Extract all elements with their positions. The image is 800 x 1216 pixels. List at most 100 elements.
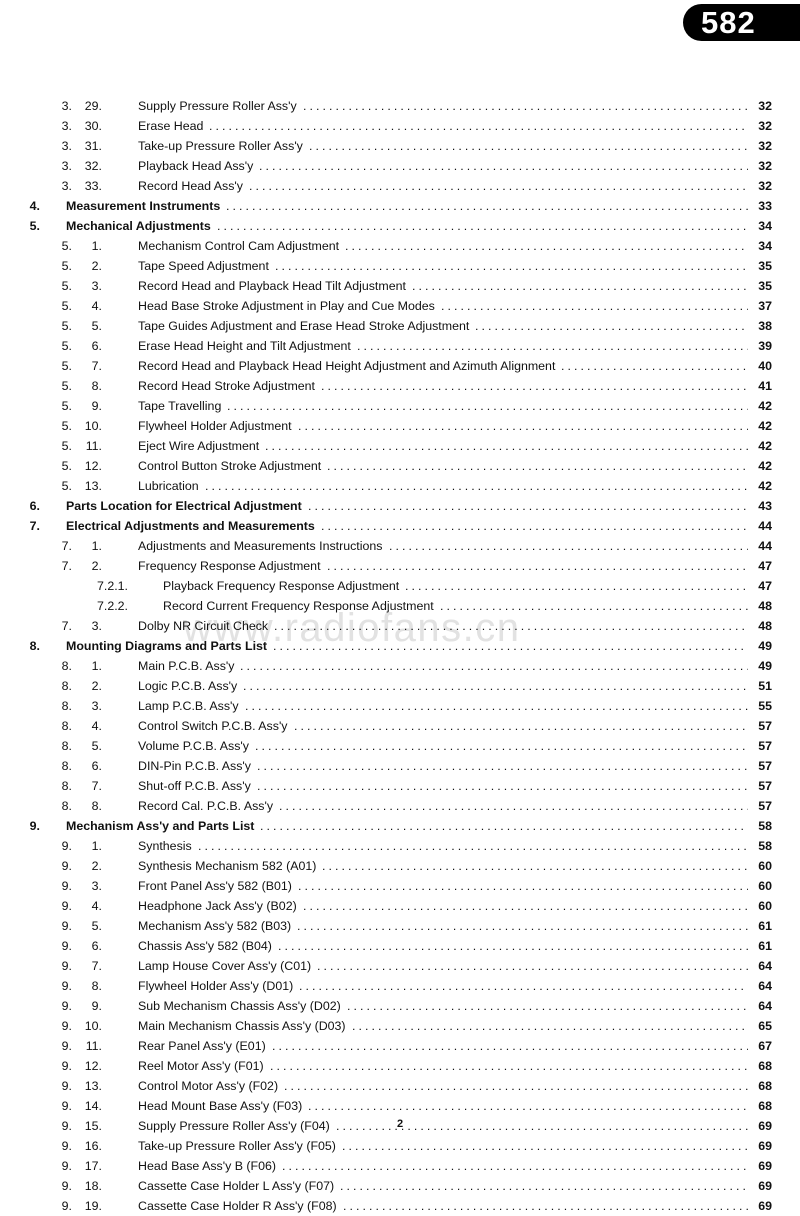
toc-entry[interactable]: 9. Mechanism Ass'y and Parts List........… xyxy=(0,816,800,836)
toc-entry-number: 3. xyxy=(61,99,72,113)
toc-entry-number: 5. xyxy=(61,419,72,433)
toc-entry-title: Adjustments and Measurements Instruction… xyxy=(138,539,383,553)
toc-entry[interactable]: 3. 31. Take-up Pressure Roller Ass'y......… xyxy=(0,136,800,156)
toc-entry-title: Cassette Case Holder R Ass'y (F08) xyxy=(138,1199,337,1213)
toc-entry[interactable]: 5. Mechanical Adjustments................… xyxy=(0,216,800,236)
toc-entry-title: Mounting Diagrams and Parts List xyxy=(66,639,268,653)
toc-entry[interactable]: 8. 1. Main P.C.B. Ass'y...................… xyxy=(0,656,800,676)
toc-entry-title: Record Head and Playback Head Tilt Adjus… xyxy=(138,279,406,293)
toc-entry-number: 5. xyxy=(61,319,72,333)
toc-entry-subnumber: 4. xyxy=(91,299,102,313)
toc-entry-subnumber: 16. xyxy=(84,1139,102,1153)
toc-entry-number: 9. xyxy=(29,819,40,833)
toc-entry[interactable]: 7.2.1. Playback Frequency Response Adjust… xyxy=(0,576,800,596)
toc-entry[interactable]: 3. 32. Playback Head Ass'y................… xyxy=(0,156,800,176)
toc-entry[interactable]: 9. 7. Lamp House Cover Ass'y (C01)........… xyxy=(0,956,800,976)
toc-entry[interactable]: 7. 3. Dolby NR Circuit Check..............… xyxy=(0,616,800,636)
toc-entry-title: Mechanism Ass'y 582 (B03) xyxy=(138,919,292,933)
toc-entry[interactable]: 5. 6. Erase Head Height and Tilt Adjustmen… xyxy=(0,336,800,356)
toc-entry[interactable]: 4. Measurement Instruments...............… xyxy=(0,196,800,216)
toc-entry[interactable]: 9. 2. Synthesis Mechanism 582 (A01).......… xyxy=(0,856,800,876)
toc-entry[interactable]: 9. 5. Mechanism Ass'y 582 (B03)...........… xyxy=(0,916,800,936)
toc-entry[interactable]: 5. 7. Record Head and Playback Head Height… xyxy=(0,356,800,376)
toc-entry[interactable]: 9. 19. Cassette Case Holder R Ass'y (F08).… xyxy=(0,1196,800,1216)
toc-entry[interactable]: 5. 8. Record Head Stroke Adjustment.......… xyxy=(0,376,800,396)
toc-entry-number: 9. xyxy=(61,1099,72,1113)
toc-entry[interactable]: 8. 3. Lamp P.C.B. Ass'y...................… xyxy=(0,696,800,716)
toc-entry-number: 3. xyxy=(61,159,72,173)
toc-entry[interactable]: 5. 2. Tape Speed Adjustment...............… xyxy=(0,256,800,276)
toc-entry[interactable]: 7. 1. Adjustments and Measurements Instruc… xyxy=(0,536,800,556)
toc-entry[interactable]: 5. 13. Lubrication........................… xyxy=(0,476,800,496)
toc-entry[interactable]: 5. 3. Record Head and Playback Head Tilt A… xyxy=(0,276,800,296)
toc-entry[interactable]: 9. 11. Rear Panel Ass'y (E01).............… xyxy=(0,1036,800,1056)
toc-entry[interactable]: 9. 8. Flywheel Holder Ass'y (D01).........… xyxy=(0,976,800,996)
toc-entry-title: Supply Pressure Roller Ass'y (F04) xyxy=(138,1119,330,1133)
toc-dot-leader: ........................................… xyxy=(475,319,748,333)
toc-entry-subnumber: 19. xyxy=(84,1199,102,1213)
toc-entry[interactable]: 8. 4. Control Switch P.C.B. Ass'y.........… xyxy=(0,716,800,736)
toc-entry[interactable]: 9. 14. Head Mount Base Ass'y (F03)........… xyxy=(0,1096,800,1116)
toc-entry[interactable]: 9. 13. Control Motor Ass'y (F02)..........… xyxy=(0,1076,800,1096)
toc-entry[interactable]: 9. 16. Take-up Pressure Roller Ass'y (F05)… xyxy=(0,1136,800,1156)
toc-entry[interactable]: 5. 1. Mechanism Control Cam Adjustment....… xyxy=(0,236,800,256)
toc-entry-title: Mechanism Ass'y and Parts List xyxy=(66,819,255,833)
toc-dot-leader: ........................................… xyxy=(412,279,748,293)
toc-entry-number: 7. xyxy=(61,559,72,573)
toc-entry[interactable]: 5. 11. Eject Wire Adjustment..............… xyxy=(0,436,800,456)
toc-entry-page-number: 44 xyxy=(758,519,772,533)
toc-entry-title: Dolby NR Circuit Check xyxy=(138,619,269,633)
toc-entry-number: 9. xyxy=(61,939,72,953)
toc-entry-title: Parts Location for Electrical Adjustment xyxy=(66,499,302,513)
toc-dot-leader: ........................................… xyxy=(249,179,748,193)
toc-entry[interactable]: 8. Mounting Diagrams and Parts List......… xyxy=(0,636,800,656)
toc-entry[interactable]: 8. 2. Logic P.C.B. Ass'y..................… xyxy=(0,676,800,696)
toc-dot-leader: ........................................… xyxy=(340,1179,748,1193)
toc-entry[interactable]: 3. 30. Erase Head.........................… xyxy=(0,116,800,136)
toc-entry[interactable]: 3. 29. Supply Pressure Roller Ass'y.......… xyxy=(0,96,800,116)
toc-entry-title: Tape Travelling xyxy=(138,399,222,413)
toc-entry[interactable]: 5. 10. Flywheel Holder Adjustment.........… xyxy=(0,416,800,436)
toc-entry-page-number: 34 xyxy=(758,219,772,233)
toc-entry[interactable]: 7. 2. Frequency Response Adjustment.......… xyxy=(0,556,800,576)
toc-entry-subnumber: 7. xyxy=(91,779,102,793)
toc-entry[interactable]: 7. Electrical Adjustments and Measurement… xyxy=(0,516,800,536)
toc-entry-page-number: 42 xyxy=(758,399,772,413)
toc-entry-page-number: 68 xyxy=(758,1059,772,1073)
toc-entry[interactable]: 9. 9. Sub Mechanism Chassis Ass'y (D02)...… xyxy=(0,996,800,1016)
toc-entry-subnumber: 3. xyxy=(91,279,102,293)
toc-entry-number: 9. xyxy=(61,1199,72,1213)
toc-entry-title: Logic P.C.B. Ass'y xyxy=(138,679,238,693)
toc-entry[interactable]: 5. 12. Control Button Stroke Adjustment...… xyxy=(0,456,800,476)
toc-entry[interactable]: 8. 8. Record Cal. P.C.B. Ass'y............… xyxy=(0,796,800,816)
toc-entry[interactable]: 9. 3. Front Panel Ass'y 582 (B01).........… xyxy=(0,876,800,896)
toc-entry[interactable]: 3. 33. Record Head Ass'y..................… xyxy=(0,176,800,196)
toc-entry[interactable]: 9. 18. Cassette Case Holder L Ass'y (F07).… xyxy=(0,1176,800,1196)
toc-entry-subnumber: 3. xyxy=(91,879,102,893)
toc-entry[interactable]: 8. 5. Volume P.C.B. Ass'y.................… xyxy=(0,736,800,756)
toc-entry-number: 8. xyxy=(61,739,72,753)
toc-entry-subnumber: 32. xyxy=(84,159,102,173)
toc-entry[interactable]: 9. 12. Reel Motor Ass'y (F01).............… xyxy=(0,1056,800,1076)
toc-entry[interactable]: 8. 6. DIN-Pin P.C.B. Ass'y................… xyxy=(0,756,800,776)
toc-entry[interactable]: 9. 4. Headphone Jack Ass'y (B02)..........… xyxy=(0,896,800,916)
toc-entry[interactable]: 5. 4. Head Base Stroke Adjustment in Play … xyxy=(0,296,800,316)
toc-entry[interactable]: 9. 6. Chassis Ass'y 582 (B04).............… xyxy=(0,936,800,956)
toc-entry[interactable]: 9. 1. Synthesis...........................… xyxy=(0,836,800,856)
toc-entry-number: 8. xyxy=(61,759,72,773)
toc-entry[interactable]: 8. 7. Shut-off P.C.B. Ass'y...............… xyxy=(0,776,800,796)
toc-entry[interactable]: 5. 5. Tape Guides Adjustment and Erase Hea… xyxy=(0,316,800,336)
toc-entry[interactable]: 7.2.2. Record Current Frequency Response … xyxy=(0,596,800,616)
toc-entry-number: 5. xyxy=(29,219,40,233)
toc-entry[interactable]: 6. Parts Location for Electrical Adjustme… xyxy=(0,496,800,516)
toc-entry-subnumber: 7. xyxy=(91,359,102,373)
toc-entry[interactable]: 5. 9. Tape Travelling.....................… xyxy=(0,396,800,416)
toc-dot-leader: ........................................… xyxy=(257,759,748,773)
toc-entry[interactable]: 9. 10. Main Mechanism Chassis Ass'y (D03).… xyxy=(0,1016,800,1036)
toc-entry-page-number: 32 xyxy=(758,99,772,113)
toc-entry[interactable]: 9. 15. Supply Pressure Roller Ass'y (F04).… xyxy=(0,1116,800,1136)
toc-dot-leader: ........................................… xyxy=(227,399,748,413)
toc-entry-number: 9. xyxy=(61,1059,72,1073)
toc-entry[interactable]: 9. 17. Head Base Ass'y B (F06)............… xyxy=(0,1156,800,1176)
toc-entry-number: 8. xyxy=(61,779,72,793)
